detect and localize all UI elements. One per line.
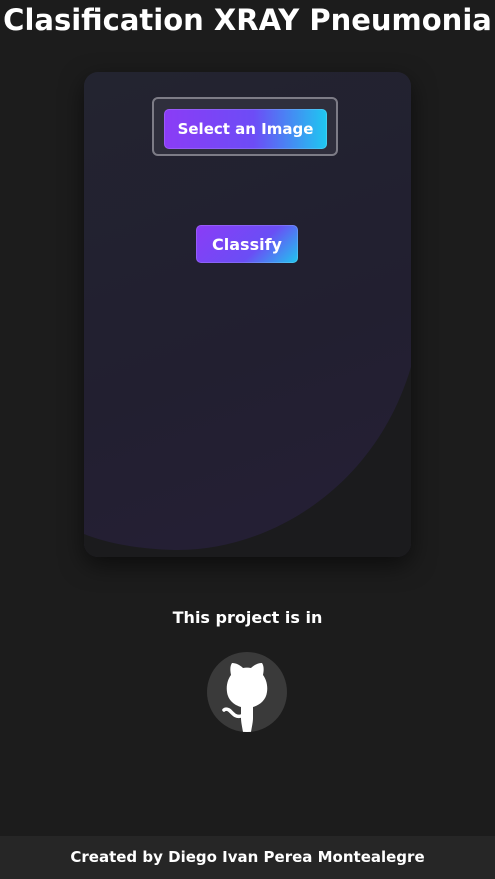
page: Clasification XRAY Pneumonia Select an I…: [0, 0, 495, 879]
github-link[interactable]: [207, 652, 287, 732]
github-icon: [222, 663, 268, 732]
footer: Created by Diego Ivan Perea Montealegre: [0, 836, 495, 879]
footer-credit: Created by Diego Ivan Perea Montealegre: [70, 848, 425, 866]
project-info-text: This project is in: [172, 608, 323, 627]
classify-button[interactable]: Classify: [196, 225, 298, 263]
select-image-button[interactable]: Select an Image: [164, 109, 327, 149]
file-input-box[interactable]: Select an Image: [152, 97, 338, 156]
page-title: Clasification XRAY Pneumonia: [3, 3, 492, 37]
upload-card: Select an Image Classify: [84, 72, 411, 557]
